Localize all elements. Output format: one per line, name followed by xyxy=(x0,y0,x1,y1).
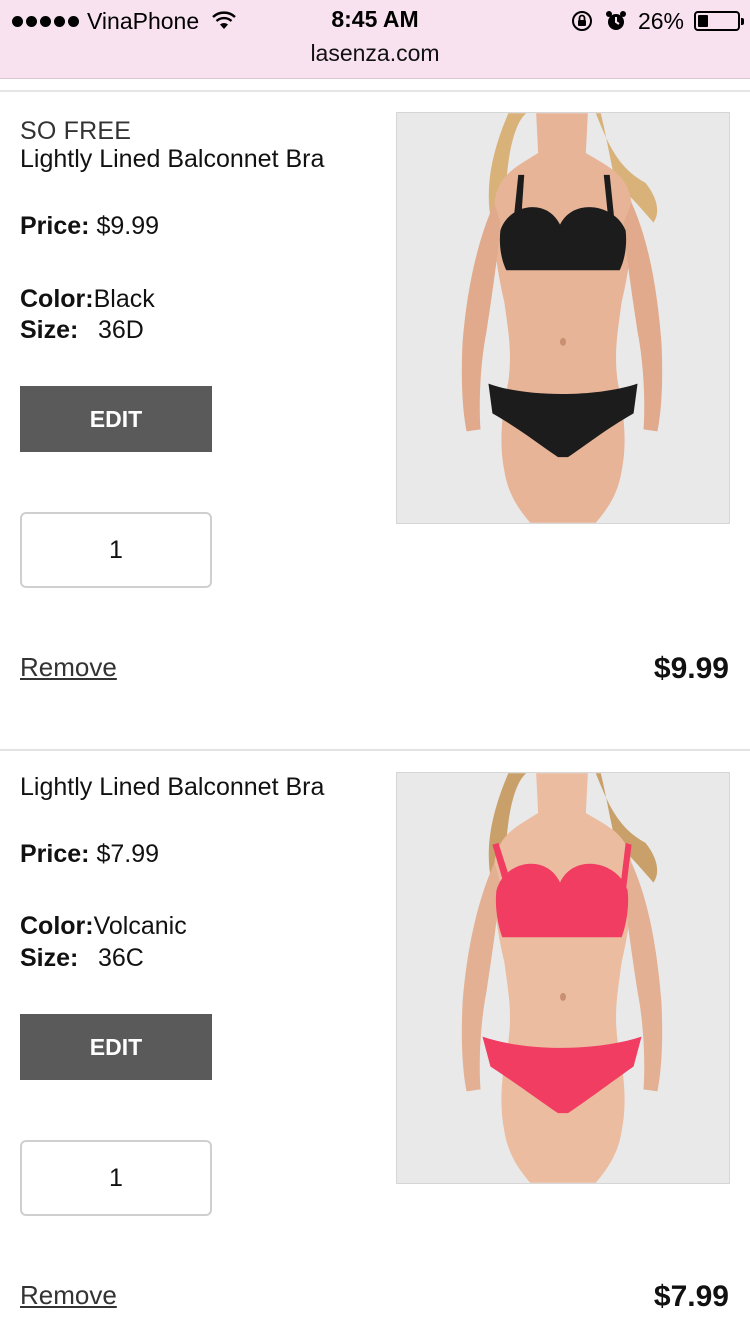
product-color: Color:Volcanic xyxy=(20,912,187,941)
quantity-input[interactable]: 1 xyxy=(20,1140,212,1216)
battery-level xyxy=(698,15,708,27)
product-size: Size: 36C xyxy=(20,944,144,973)
rotation-lock-icon xyxy=(571,11,592,31)
product-brand: SO FREE xyxy=(20,117,132,145)
product-name[interactable]: Lightly Lined Balconnet Bra xyxy=(20,773,324,802)
price-value: $7.99 xyxy=(96,840,159,868)
model-photo-illustration xyxy=(461,773,663,1183)
divider xyxy=(0,90,750,92)
price-label: Price: xyxy=(20,840,90,868)
product-color: Color:Black xyxy=(20,285,155,314)
battery-icon xyxy=(694,11,744,31)
item-total: $9.99 xyxy=(653,652,729,685)
size-value: 36C xyxy=(98,944,144,972)
product-name[interactable]: Lightly Lined Balconnet Bra xyxy=(20,145,324,174)
quantity-input[interactable]: 1 xyxy=(20,512,212,588)
status-right: 26% xyxy=(570,6,744,36)
product-size: Size: 36D xyxy=(20,316,144,345)
item-total: $7.99 xyxy=(653,1280,729,1313)
size-value: 36D xyxy=(98,316,144,344)
product-image[interactable] xyxy=(396,772,730,1184)
product-image[interactable] xyxy=(396,112,730,524)
divider xyxy=(0,749,750,751)
remove-link[interactable]: Remove xyxy=(20,652,117,683)
color-label: Color: xyxy=(20,285,94,313)
color-label: Color: xyxy=(20,912,94,940)
edit-button[interactable]: EDIT xyxy=(20,1014,212,1080)
price-value: $9.99 xyxy=(96,212,159,240)
size-label: Size: xyxy=(20,944,79,972)
alarm-icon xyxy=(605,11,626,30)
model-photo-illustration xyxy=(461,113,663,523)
battery-percent: 26% xyxy=(637,7,684,34)
color-value: Black xyxy=(93,285,155,313)
color-value: Volcanic xyxy=(93,912,187,940)
remove-link[interactable]: Remove xyxy=(20,1280,117,1311)
browser-header: VinaPhone 8:45 AM 26% lasenza.com xyxy=(0,0,750,79)
product-price: Price: $9.99 xyxy=(20,212,159,241)
size-label: Size: xyxy=(20,316,79,344)
edit-button[interactable]: EDIT xyxy=(20,386,212,452)
address-bar-url[interactable]: lasenza.com xyxy=(0,40,750,67)
price-label: Price: xyxy=(20,212,90,240)
product-price: Price: $7.99 xyxy=(20,840,159,869)
